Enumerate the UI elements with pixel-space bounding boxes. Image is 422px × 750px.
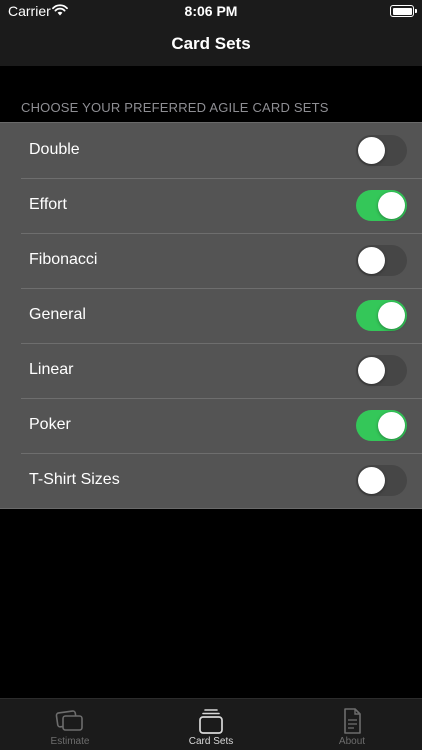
double-toggle[interactable] — [356, 135, 407, 166]
card-set-row-effort: Effort — [0, 178, 422, 233]
t-shirt-sizes-toggle[interactable] — [356, 465, 407, 496]
card-set-label: Linear — [29, 361, 74, 378]
page-title: Card Sets — [171, 34, 251, 53]
card-set-list: Double Effort Fibonacci General Linear P… — [0, 122, 422, 509]
tab-estimate[interactable]: Estimate — [0, 699, 140, 750]
card-set-label: Effort — [29, 196, 67, 213]
card-set-row-t-shirt-sizes: T-Shirt Sizes — [0, 453, 422, 508]
navigation-bar: Card Sets — [0, 22, 422, 66]
tab-card-sets[interactable]: Card Sets — [141, 699, 281, 750]
toggle-knob — [358, 467, 385, 494]
document-icon — [344, 708, 361, 734]
toggle-knob — [378, 302, 405, 329]
card-set-row-general: General — [0, 288, 422, 343]
card-set-row-fibonacci: Fibonacci — [0, 233, 422, 288]
cards-icon — [55, 710, 83, 731]
toggle-knob — [358, 137, 385, 164]
card-set-row-double: Double — [0, 123, 422, 178]
general-toggle[interactable] — [356, 300, 407, 331]
toggle-knob — [358, 247, 385, 274]
tab-label: Estimate — [50, 736, 90, 747]
status-bar: Carrier 8:06 PM — [0, 0, 422, 22]
toggle-knob — [378, 192, 405, 219]
status-time: 8:06 PM — [184, 3, 238, 19]
toggle-knob — [378, 412, 405, 439]
card-set-label: Double — [29, 141, 80, 158]
card-set-label: Poker — [29, 416, 71, 433]
card-set-row-linear: Linear — [0, 343, 422, 398]
card-stack-icon — [199, 709, 223, 734]
tab-about[interactable]: About — [282, 699, 422, 750]
fibonacci-toggle[interactable] — [356, 245, 407, 276]
tab-label: Card Sets — [188, 736, 234, 747]
effort-toggle[interactable] — [356, 190, 407, 221]
linear-toggle[interactable] — [356, 355, 407, 386]
card-set-label: T-Shirt Sizes — [29, 471, 120, 488]
section-header: CHOOSE YOUR PREFERRED AGILE CARD SETS — [21, 100, 329, 115]
card-set-label: General — [29, 306, 86, 323]
card-set-label: Fibonacci — [29, 251, 98, 268]
tab-bar: Estimate Card Sets About — [0, 698, 422, 750]
card-set-row-poker: Poker — [0, 398, 422, 453]
tab-label: About — [338, 736, 366, 747]
battery-icon — [390, 5, 417, 17]
poker-toggle[interactable] — [356, 410, 407, 441]
toggle-knob — [358, 357, 385, 384]
